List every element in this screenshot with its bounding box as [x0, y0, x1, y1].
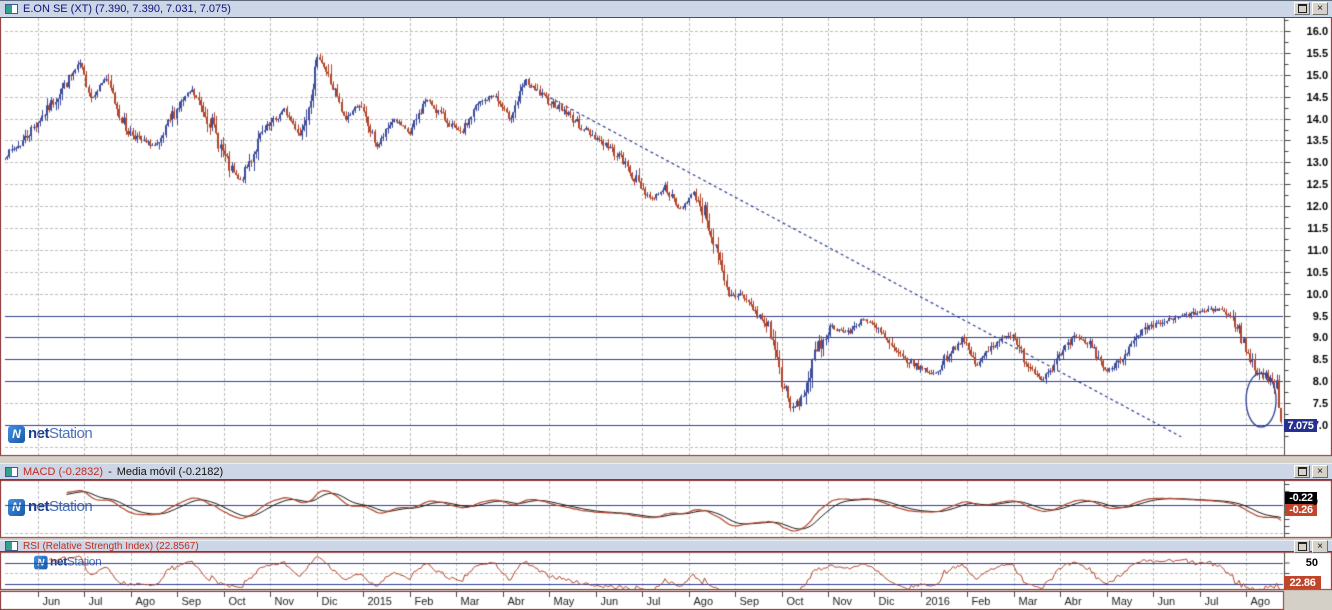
chart-panel-icon — [5, 541, 18, 551]
restore-icon — [1297, 467, 1307, 476]
close-button[interactable]: × — [1312, 465, 1328, 478]
macd-signal-title: Media móvil (-0.2182) — [116, 465, 224, 478]
restore-button[interactable] — [1294, 465, 1310, 478]
chart-canvas[interactable] — [0, 0, 1332, 610]
restore-icon — [1297, 4, 1307, 13]
last-price-badge: 7.075 — [1284, 419, 1317, 432]
main-chart-titlebar[interactable]: E.ON SE (XT) (7.390, 7.390, 7.031, 7.075… — [0, 0, 1332, 18]
rsi-title: RSI (Relative Strength Index) (22.8567) — [23, 540, 199, 552]
close-button[interactable]: × — [1312, 540, 1328, 553]
macd-title: MACD (-0.2832) — [23, 465, 104, 478]
chart-panel-icon — [5, 466, 18, 477]
close-button[interactable]: × — [1312, 2, 1328, 15]
main-chart-title: E.ON SE (XT) (7.390, 7.390, 7.031, 7.075… — [23, 3, 231, 15]
macd-panel-titlebar[interactable]: MACD (-0.2832) - Media móvil (-0.2182) × — [0, 463, 1332, 480]
close-icon: × — [1317, 2, 1323, 14]
rsi-value-badge: 22.86 — [1284, 576, 1321, 589]
macd-zero-axis-label: 0 — [1311, 496, 1318, 508]
close-icon: × — [1317, 540, 1323, 552]
restore-button[interactable] — [1294, 2, 1310, 15]
close-icon: × — [1317, 465, 1323, 477]
rsi-panel-titlebar[interactable]: RSI (Relative Strength Index) (22.8567) … — [0, 540, 1332, 553]
rsi-fifty-axis-label: 50 — [1305, 557, 1318, 569]
chart-panel-icon — [5, 4, 18, 14]
restore-button[interactable] — [1294, 540, 1310, 553]
restore-icon — [1297, 542, 1307, 551]
macd-title-separator: - — [108, 465, 112, 478]
